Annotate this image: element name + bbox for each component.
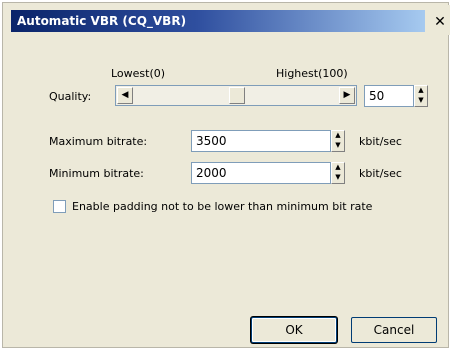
max-bitrate-label: Maximum bitrate:: [49, 135, 148, 148]
quality-label: Quality:: [49, 90, 92, 103]
cancel-button[interactable]: Cancel: [351, 317, 437, 343]
min-bitrate-label: Minimum bitrate:: [49, 167, 144, 180]
spin-down-icon[interactable]: ▼: [415, 96, 427, 106]
min-bitrate-spin-buttons[interactable]: ▲ ▼: [331, 162, 345, 184]
quality-slider[interactable]: ◀ ▶: [115, 85, 357, 106]
quality-spin-buttons[interactable]: ▲ ▼: [414, 85, 428, 107]
min-bitrate-input[interactable]: 2000: [191, 162, 331, 184]
slider-right-arrow-icon[interactable]: ▶: [339, 87, 355, 104]
spin-down-icon[interactable]: ▼: [332, 141, 344, 151]
highest-label: Highest(100): [276, 67, 348, 80]
min-bitrate-unit: kbit/sec: [359, 167, 402, 180]
spin-up-icon[interactable]: ▲: [332, 131, 344, 141]
quality-value-input[interactable]: 50: [364, 85, 414, 107]
max-bitrate-input[interactable]: 3500: [191, 130, 331, 152]
slider-left-arrow-icon[interactable]: ◀: [117, 87, 133, 104]
dialog-title: Automatic VBR (CQ_VBR): [11, 10, 425, 32]
spin-down-icon[interactable]: ▼: [332, 173, 344, 183]
max-bitrate-spin-buttons[interactable]: ▲ ▼: [331, 130, 345, 152]
close-button[interactable]: ✕: [431, 14, 449, 30]
slider-thumb[interactable]: [229, 87, 245, 104]
padding-checkbox[interactable]: [53, 200, 66, 213]
vbr-dialog: Automatic VBR (CQ_VBR) ✕ Lowest(0) Highe…: [2, 2, 450, 348]
padding-checkbox-label[interactable]: Enable padding not to be lower than mini…: [72, 200, 372, 213]
lowest-label: Lowest(0): [111, 67, 166, 80]
title-bar: Automatic VBR (CQ_VBR) ✕: [5, 5, 450, 35]
spin-up-icon[interactable]: ▲: [415, 86, 427, 96]
ok-button[interactable]: OK: [251, 317, 337, 343]
spin-up-icon[interactable]: ▲: [332, 163, 344, 173]
max-bitrate-unit: kbit/sec: [359, 135, 402, 148]
